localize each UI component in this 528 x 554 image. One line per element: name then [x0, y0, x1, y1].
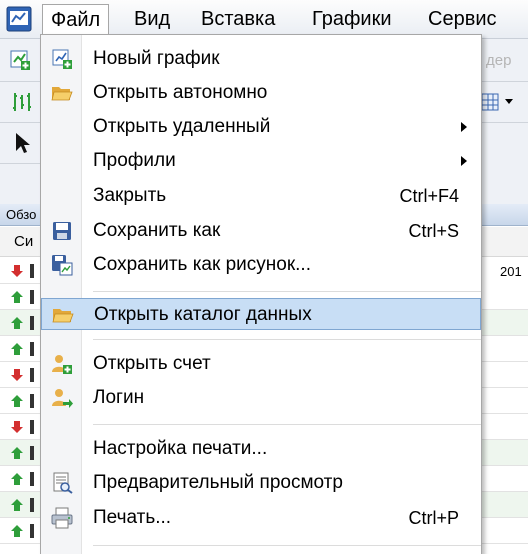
- table-row[interactable]: [0, 440, 42, 466]
- toolbar-right-3: [480, 123, 528, 205]
- menu-separator: [93, 545, 481, 546]
- menu-item-label: Печать...: [93, 507, 172, 528]
- floppy-icon: [53, 222, 71, 240]
- table-row[interactable]: [0, 258, 42, 284]
- menu-item-label: Открыть каталог данных: [94, 304, 312, 325]
- arrow-up-icon: [11, 473, 23, 485]
- toolbar-right-2: [480, 82, 528, 123]
- table-row-right: [480, 284, 528, 310]
- menu-item-open-remote[interactable]: Открыть удаленный: [41, 111, 481, 143]
- menu-separator: [93, 291, 481, 292]
- menu-item-label: Предварительный просмотр: [93, 472, 343, 493]
- arrow-down-icon: [11, 421, 23, 433]
- grid-icon[interactable]: [480, 92, 500, 112]
- menu-item-label: Новый график: [93, 48, 220, 69]
- arrow-up-icon: [11, 525, 23, 537]
- menu-item-open-data-folder[interactable]: Открыть каталог данных: [41, 298, 481, 330]
- menu-item-profiles[interactable]: Профили: [41, 145, 481, 177]
- menu-charts[interactable]: Графики: [304, 4, 400, 34]
- toolbar-charts: [0, 82, 42, 123]
- menu-item-login[interactable]: Логин: [41, 382, 481, 414]
- user-add-icon: [52, 355, 72, 374]
- bar-chart-icon[interactable]: [10, 90, 34, 114]
- table-row-right: [480, 440, 528, 466]
- arrow-up-icon: [11, 343, 23, 355]
- menu-item-print-setup[interactable]: Настройка печати...: [41, 433, 481, 465]
- menu-item-label: Открыть автономно: [93, 82, 268, 103]
- arrow-up-icon: [11, 291, 23, 303]
- menu-file[interactable]: Файл: [42, 4, 110, 34]
- table-row-right: [480, 518, 528, 544]
- toolbar-periods: M1: [0, 164, 42, 349]
- submenu-arrow-icon: [461, 156, 467, 166]
- user-login-icon: [52, 389, 73, 408]
- new-chart-icon[interactable]: [8, 48, 32, 72]
- menu-separator: [93, 424, 481, 425]
- table-row-right: [480, 492, 528, 518]
- menu-item-save-as[interactable]: Сохранить как Ctrl+S: [41, 215, 481, 247]
- cursor-icon[interactable]: [12, 131, 34, 155]
- arrow-down-icon: [11, 369, 23, 381]
- menu-item-label: Профили: [93, 150, 176, 171]
- table-row-right: [480, 414, 528, 440]
- arrow-up-icon: [11, 317, 23, 329]
- app-icon[interactable]: [6, 6, 32, 32]
- menu-item-print[interactable]: Печать... Ctrl+P: [41, 502, 481, 534]
- folder-icon: [51, 87, 73, 101]
- table-row[interactable]: [0, 518, 42, 544]
- table-row-right: [480, 388, 528, 414]
- arrow-up-icon: [11, 395, 23, 407]
- menu-item-open-offline[interactable]: Открыть автономно: [41, 77, 481, 109]
- menu-item-label: Настройка печати...: [93, 438, 268, 459]
- table-row[interactable]: [0, 388, 42, 414]
- table-row[interactable]: [0, 492, 42, 518]
- menu-item-label: Открыть удаленный: [93, 116, 271, 137]
- table-row[interactable]: [0, 310, 42, 336]
- date-fragment: 201: [500, 264, 522, 279]
- chevron-down-icon[interactable]: [504, 98, 514, 106]
- menu-item-label: Открыть счет: [93, 353, 211, 374]
- submenu-arrow-icon: [461, 122, 467, 132]
- table-row[interactable]: [0, 362, 42, 388]
- menu-item-save-as-picture[interactable]: Сохранить как рисунок...: [41, 249, 481, 281]
- print-preview-icon: [53, 472, 73, 494]
- arrow-up-icon: [11, 499, 23, 511]
- toolbar-right-1: дер: [480, 39, 528, 82]
- menu-item-close[interactable]: Закрыть Ctrl+F4: [41, 180, 481, 212]
- arrow-up-icon: [11, 447, 23, 459]
- menu-item-open-account[interactable]: Открыть счет: [41, 348, 481, 380]
- menu-item-label: Закрыть: [93, 185, 167, 206]
- new-chart-icon: [52, 49, 72, 69]
- toolbar-line-studies: [0, 123, 42, 164]
- menu-item-shortcut: Ctrl+S: [408, 221, 459, 241]
- menu-separator: [93, 339, 481, 340]
- ghost-text: дер: [486, 52, 512, 69]
- menu-item-shortcut: Ctrl+F4: [399, 186, 459, 206]
- menu-tools[interactable]: Сервис: [420, 4, 505, 34]
- menu-item-shortcut: Ctrl+P: [408, 508, 459, 528]
- table-row-right: [480, 336, 528, 362]
- table-row[interactable]: [0, 414, 42, 440]
- menu-view[interactable]: Вид: [126, 4, 178, 34]
- table-row[interactable]: [0, 336, 42, 362]
- file-menu-dropdown: Новый график Открыть автономно Открыть у…: [40, 34, 482, 554]
- table-row[interactable]: [0, 466, 42, 492]
- table-row-right: [480, 466, 528, 492]
- printer-icon: [51, 507, 73, 529]
- menu-item-label: Логин: [93, 387, 145, 408]
- menu-item-print-preview[interactable]: Предварительный просмотр: [41, 467, 481, 499]
- folder-icon: [52, 309, 74, 323]
- menu-item-label: Сохранить как рисунок...: [93, 254, 311, 275]
- toolbar-standard: [0, 39, 42, 82]
- save-picture-icon: [52, 255, 73, 276]
- menu-item-new-chart[interactable]: Новый график: [41, 43, 481, 75]
- table-row-right: [480, 362, 528, 388]
- table-row-right: [480, 310, 528, 336]
- table-row[interactable]: [0, 284, 42, 310]
- menu-item-label: Сохранить как: [93, 220, 221, 241]
- arrow-down-icon: [11, 265, 23, 277]
- menu-insert[interactable]: Вставка: [193, 4, 283, 34]
